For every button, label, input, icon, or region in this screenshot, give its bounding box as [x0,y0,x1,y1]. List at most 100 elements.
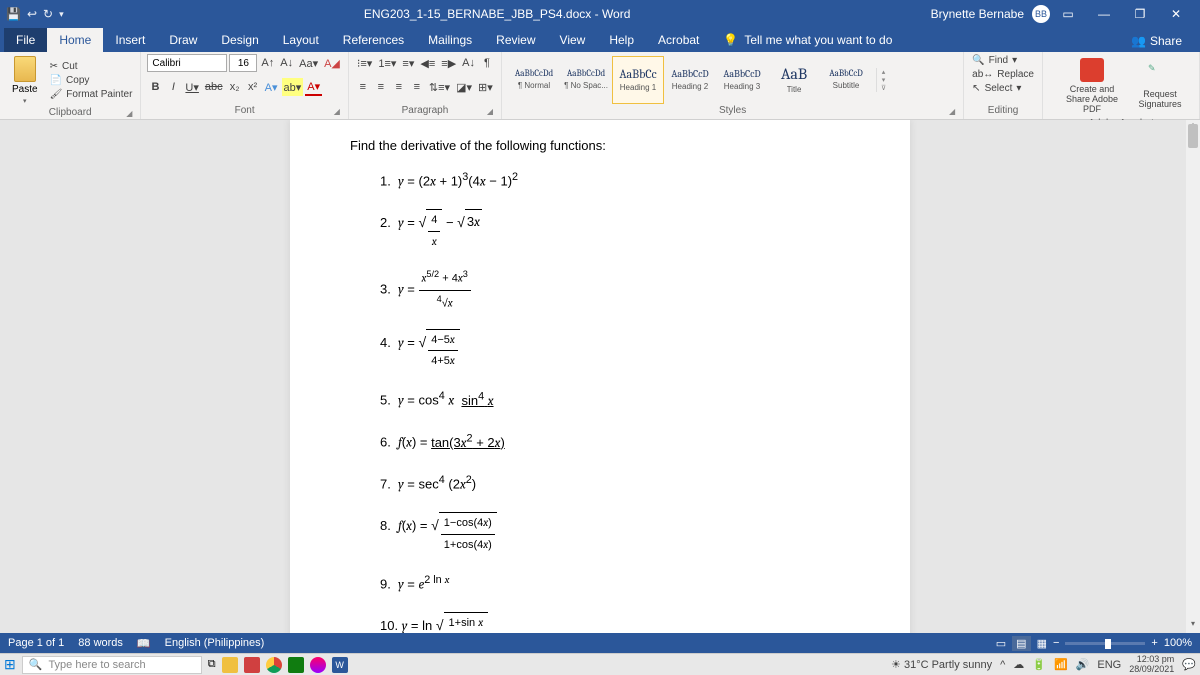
task-view-icon[interactable]: ⧉ [208,658,216,671]
word-count[interactable]: 88 words [78,637,123,649]
grow-font-button[interactable]: A↑ [259,54,276,72]
app-icon[interactable] [244,657,260,673]
tab-draw[interactable]: Draw [157,28,209,52]
close-icon[interactable]: ✕ [1158,7,1194,21]
scroll-down-icon[interactable]: ▾ [1186,619,1200,633]
tell-me-search[interactable]: 💡Tell me what you want to do [711,28,904,52]
shrink-font-button[interactable]: A↓ [278,54,295,72]
tray-chevron-icon[interactable]: ^ [1000,659,1005,671]
numbering-button[interactable]: 1≡▾ [376,54,398,72]
start-button[interactable]: ⊞ [4,656,16,673]
request-signatures-button[interactable]: ✎ Request Signatures [1135,63,1185,109]
format-painter-button[interactable]: 🖌Format Painter [48,88,135,101]
subscript-button[interactable]: x₂ [227,78,243,96]
underline-button[interactable]: U▾ [183,78,200,96]
select-button[interactable]: ↖Select ▾ [970,82,1023,95]
language-indicator[interactable]: ENG [1097,659,1121,671]
zoom-handle[interactable] [1105,639,1111,649]
strikethrough-button[interactable]: abc [203,78,225,96]
shading-button[interactable]: ◪▾ [454,78,474,96]
scroll-down-icon[interactable]: ▾ [877,76,890,84]
dialog-launcher-icon[interactable]: ◢ [949,107,955,116]
copy-button[interactable]: 📄Copy [48,74,135,87]
style-item[interactable]: AaBTitle [768,56,820,104]
maximize-icon[interactable]: ❐ [1122,7,1158,21]
xbox-icon[interactable] [288,657,304,673]
zoom-level[interactable]: 100% [1164,637,1192,649]
font-size-select[interactable] [229,54,257,72]
clock[interactable]: 12:03 pm28/09/2021 [1129,655,1174,675]
share-button[interactable]: 👥Share [1123,30,1190,52]
align-right-button[interactable]: ≡ [391,78,407,96]
weather-widget[interactable]: ☀ 31°C Partly sunny [891,658,992,671]
tab-home[interactable]: Home [47,28,103,52]
dialog-launcher-icon[interactable]: ◢ [126,109,132,118]
scroll-up-icon[interactable]: ▴ [877,68,890,76]
style-item[interactable]: AaBbCcDHeading 3 [716,56,768,104]
chrome-icon[interactable] [266,657,282,673]
borders-button[interactable]: ⊞▾ [476,78,495,96]
tab-layout[interactable]: Layout [271,28,331,52]
tab-view[interactable]: View [548,28,598,52]
cut-button[interactable]: ✂Cut [48,60,135,73]
style-item[interactable]: AaBbCcDSubtitle [820,56,872,104]
notifications-icon[interactable]: 💬 [1182,658,1196,671]
tab-insert[interactable]: Insert [103,28,157,52]
user-account[interactable]: Brynette Bernabe BB [931,5,1050,23]
style-item[interactable]: AaBbCcHeading 1 [612,56,664,104]
vertical-scrollbar[interactable]: ▴ ▾ [1186,120,1200,633]
redo-icon[interactable]: ↻ [43,7,53,21]
zoom-in-button[interactable]: + [1151,637,1157,649]
style-item[interactable]: AaBbCcDHeading 2 [664,56,716,104]
volume-icon[interactable]: 🔊 [1076,658,1090,671]
increase-indent-button[interactable]: ≡▶ [439,54,458,72]
zoom-out-button[interactable]: − [1053,637,1059,649]
tab-file[interactable]: File [4,28,47,52]
align-left-button[interactable]: ≡ [355,78,371,96]
font-color-button[interactable]: A▾ [305,78,322,96]
onedrive-icon[interactable]: ☁ [1013,658,1024,671]
undo-icon[interactable]: ↩ [27,7,37,21]
text-effects-button[interactable]: A▾ [263,78,280,96]
tab-references[interactable]: References [331,28,416,52]
tab-acrobat[interactable]: Acrobat [646,28,711,52]
print-layout-icon[interactable]: ▤ [1012,636,1030,651]
dialog-launcher-icon[interactable]: ◢ [487,107,493,116]
clear-formatting-button[interactable]: A◢ [322,54,342,72]
document-page[interactable]: Find the derivative of the following fun… [290,120,910,633]
app-icon-2[interactable] [310,657,326,673]
style-item[interactable]: AaBbCcDd¶ Normal [508,56,560,104]
zoom-slider[interactable] [1065,642,1145,645]
multilevel-list-button[interactable]: ≡▾ [400,54,416,72]
sort-button[interactable]: A↓ [460,54,477,72]
spellcheck-icon[interactable]: 📖 [137,637,151,650]
italic-button[interactable]: I [165,78,181,96]
dialog-launcher-icon[interactable]: ◢ [334,107,340,116]
style-item[interactable]: AaBbCcDd¶ No Spac... [560,56,612,104]
word-icon[interactable]: W [332,657,348,673]
tab-review[interactable]: Review [484,28,547,52]
bullets-button[interactable]: ⁝≡▾ [355,54,374,72]
tab-help[interactable]: Help [597,28,646,52]
paste-button[interactable]: Paste ▾ [6,54,44,107]
decrease-indent-button[interactable]: ◀≡ [418,54,437,72]
find-button[interactable]: 🔍Find ▾ [970,54,1019,67]
page-indicator[interactable]: Page 1 of 1 [8,637,64,649]
bold-button[interactable]: B [147,78,163,96]
tab-mailings[interactable]: Mailings [416,28,484,52]
wifi-icon[interactable]: 📶 [1054,658,1068,671]
qat-customize-icon[interactable]: ▾ [59,9,64,20]
line-spacing-button[interactable]: ⇅≡▾ [427,78,452,96]
create-pdf-button[interactable]: Create and Share Adobe PDF [1057,58,1127,114]
web-layout-icon[interactable]: ▦ [1037,637,1047,650]
explorer-icon[interactable] [222,657,238,673]
align-center-button[interactable]: ≡ [373,78,389,96]
change-case-button[interactable]: Aa▾ [297,54,320,72]
scrollbar-thumb[interactable] [1188,124,1198,148]
tab-design[interactable]: Design [209,28,270,52]
minimize-icon[interactable]: — [1086,7,1122,21]
replace-button[interactable]: ab↔Replace [970,68,1036,81]
save-icon[interactable]: 💾 [6,7,21,21]
show-marks-button[interactable]: ¶ [479,54,495,72]
superscript-button[interactable]: x² [245,78,261,96]
